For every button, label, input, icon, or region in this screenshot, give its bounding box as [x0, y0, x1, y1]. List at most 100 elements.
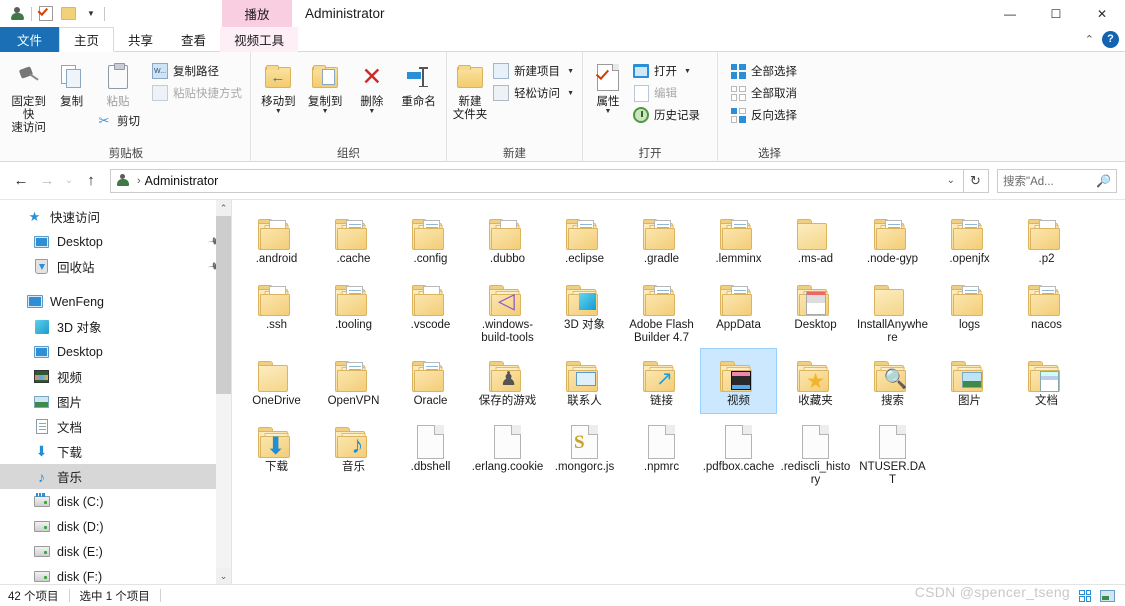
sidebar-item-[interactable]: ♪ 音乐 — [0, 464, 231, 489]
sidebar-item-[interactable]: ⬇ 下载 — [0, 439, 231, 464]
folder-item[interactable]: Oracle — [392, 348, 469, 414]
folder-item[interactable]: .lemminx — [700, 206, 777, 272]
new-folder-icon[interactable] — [57, 3, 79, 25]
tab-file[interactable]: 文件 — [0, 27, 60, 52]
up-button[interactable]: ↑ — [78, 168, 104, 194]
file-item[interactable]: S .mongorc.js — [546, 414, 623, 490]
history-button[interactable]: 历史记录 — [629, 105, 704, 125]
folder-item[interactable]: nacos — [1008, 272, 1085, 348]
folder-item[interactable]: ♟ 保存的游戏 — [469, 348, 546, 414]
customize-dropdown-icon[interactable]: ▼ — [79, 3, 101, 25]
folder-item[interactable]: .dubbo — [469, 206, 546, 272]
minimize-button[interactable]: — — [987, 0, 1033, 27]
folder-item[interactable]: OneDrive — [238, 348, 315, 414]
search-input[interactable]: 搜索"Ad... 🔍 — [997, 168, 1117, 193]
file-item[interactable]: .rediscli_history — [777, 414, 854, 490]
maximize-button[interactable]: ☐ — [1033, 0, 1079, 27]
file-item[interactable]: .dbshell — [392, 414, 469, 490]
folder-item[interactable]: Adobe Flash Builder 4.7 — [623, 272, 700, 348]
sidebar-item-wenfeng[interactable]: WenFeng — [0, 289, 231, 314]
copy-button[interactable]: 复制 — [51, 57, 92, 109]
folder-item[interactable]: 🔍 搜索 — [854, 348, 931, 414]
folder-item[interactable]: 图片 — [931, 348, 1008, 414]
folder-item[interactable]: InstallAnywhere — [854, 272, 931, 348]
properties-icon[interactable] — [35, 3, 57, 25]
large-icons-view-button[interactable] — [1099, 588, 1115, 604]
file-item[interactable]: NTUSER.DAT — [854, 414, 931, 490]
folder-item[interactable]: .tooling — [315, 272, 392, 348]
folder-item[interactable]: .eclipse — [546, 206, 623, 272]
delete-caret-icon[interactable]: ▼ — [368, 108, 375, 115]
new-folder-button[interactable]: 新建 文件夹 — [451, 57, 489, 122]
folder-item[interactable]: AppData — [700, 272, 777, 348]
easy-access-caret-icon[interactable]: ▼ — [567, 90, 574, 97]
folder-item[interactable]: .android — [238, 206, 315, 272]
tab-video-tools[interactable]: 视频工具 — [220, 27, 299, 52]
move-to-button[interactable]: ← 移动到 ▼ — [255, 57, 302, 115]
forward-button[interactable]: → — [34, 168, 60, 194]
folder-item[interactable]: .config — [392, 206, 469, 272]
new-item-caret-icon[interactable]: ▼ — [567, 68, 574, 75]
sidebar-item-desktop[interactable]: Desktop 📌 — [0, 229, 231, 254]
refresh-button[interactable]: ↻ — [963, 168, 989, 193]
address-breadcrumb-field[interactable]: › Administrator ⌄ — [110, 168, 964, 193]
sidebar-item-[interactable]: 回收站 📌 — [0, 254, 231, 279]
chevron-down-icon[interactable]: ⌄ — [947, 175, 959, 186]
copy-to-caret-icon[interactable]: ▼ — [322, 108, 329, 115]
file-item[interactable]: .erlang.cookie — [469, 414, 546, 490]
scroll-up-icon[interactable]: ⌃ — [216, 200, 231, 216]
open-caret-icon[interactable]: ▼ — [684, 68, 691, 75]
folder-item[interactable]: Desktop — [777, 272, 854, 348]
folder-item[interactable]: .cache — [315, 206, 392, 272]
sidebar-item-desktop[interactable]: Desktop — [0, 339, 231, 364]
sidebar-item-[interactable]: 图片 — [0, 389, 231, 414]
folder-item[interactable]: .ssh — [238, 272, 315, 348]
folder-item[interactable]: ⬇ 下载 — [238, 414, 315, 490]
folder-item[interactable]: .ms-ad — [777, 206, 854, 272]
move-to-caret-icon[interactable]: ▼ — [275, 108, 282, 115]
folder-item[interactable]: ★ 收藏夹 — [777, 348, 854, 414]
navigation-scrollbar[interactable]: ⌃ ⌄ — [216, 200, 231, 584]
folder-item[interactable]: .gradle — [623, 206, 700, 272]
properties-caret-icon[interactable]: ▼ — [605, 108, 612, 115]
folder-item[interactable]: ↗ 链接 — [623, 348, 700, 414]
folder-item[interactable]: 视频 — [700, 348, 777, 414]
file-item[interactable]: .npmrc — [623, 414, 700, 490]
folder-item[interactable]: .openjfx — [931, 206, 1008, 272]
copy-to-button[interactable]: 复制到 ▼ — [302, 57, 349, 115]
sidebar-item-diskc[interactable]: disk (C:) — [0, 489, 231, 514]
file-list-pane[interactable]: .android .cache .config .dubbo .eclipse .grad… — [232, 200, 1125, 584]
sidebar-item-diskf[interactable]: disk (F:) — [0, 564, 231, 584]
sidebar-item-diske[interactable]: disk (E:) — [0, 539, 231, 564]
properties-button[interactable]: 属性 ▼ — [587, 57, 629, 115]
select-none-button[interactable]: 全部取消 — [726, 83, 801, 103]
sidebar-item-[interactable]: ★ 快速访问 — [0, 204, 231, 229]
scroll-down-icon[interactable]: ⌄ — [216, 568, 231, 584]
folder-item[interactable]: .p2 — [1008, 206, 1085, 272]
invert-selection-button[interactable]: 反向选择 — [726, 105, 801, 125]
collapse-ribbon-icon[interactable]: ⌃ — [1085, 33, 1094, 46]
copy-path-button[interactable]: W... 复制路径 — [148, 61, 246, 81]
folder-item[interactable]: 3D 对象 — [546, 272, 623, 348]
pin-to-quick-access-button[interactable]: 固定到快 速访问 — [6, 57, 51, 135]
recent-locations-button[interactable]: ⌄ — [60, 168, 78, 194]
folder-item[interactable]: ◁ .windows-build-tools — [469, 272, 546, 348]
tab-share[interactable]: 共享 — [114, 27, 167, 52]
folder-item[interactable]: .vscode — [392, 272, 469, 348]
breadcrumb[interactable]: Administrator — [145, 174, 219, 188]
new-item-button[interactable]: 新建项目 ▼ — [489, 61, 578, 81]
search-icon[interactable]: 🔍 — [1096, 174, 1111, 188]
help-icon[interactable]: ? — [1102, 30, 1119, 48]
folder-item[interactable]: 文档 — [1008, 348, 1085, 414]
sidebar-item-[interactable]: 视频 — [0, 364, 231, 389]
file-item[interactable]: .pdfbox.cache — [700, 414, 777, 490]
scrollbar-thumb[interactable] — [216, 216, 231, 394]
tab-home[interactable]: 主页 — [59, 27, 115, 52]
sidebar-item-3d[interactable]: 3D 对象 — [0, 314, 231, 339]
rename-button[interactable]: 重命名 — [395, 57, 442, 109]
context-tab-play[interactable]: 播放 — [222, 0, 292, 27]
paste-shortcut-button[interactable]: 粘贴快捷方式 — [148, 83, 246, 103]
edit-button[interactable]: 编辑 — [629, 83, 704, 103]
folder-item[interactable]: .node-gyp — [854, 206, 931, 272]
folder-item[interactable]: logs — [931, 272, 1008, 348]
